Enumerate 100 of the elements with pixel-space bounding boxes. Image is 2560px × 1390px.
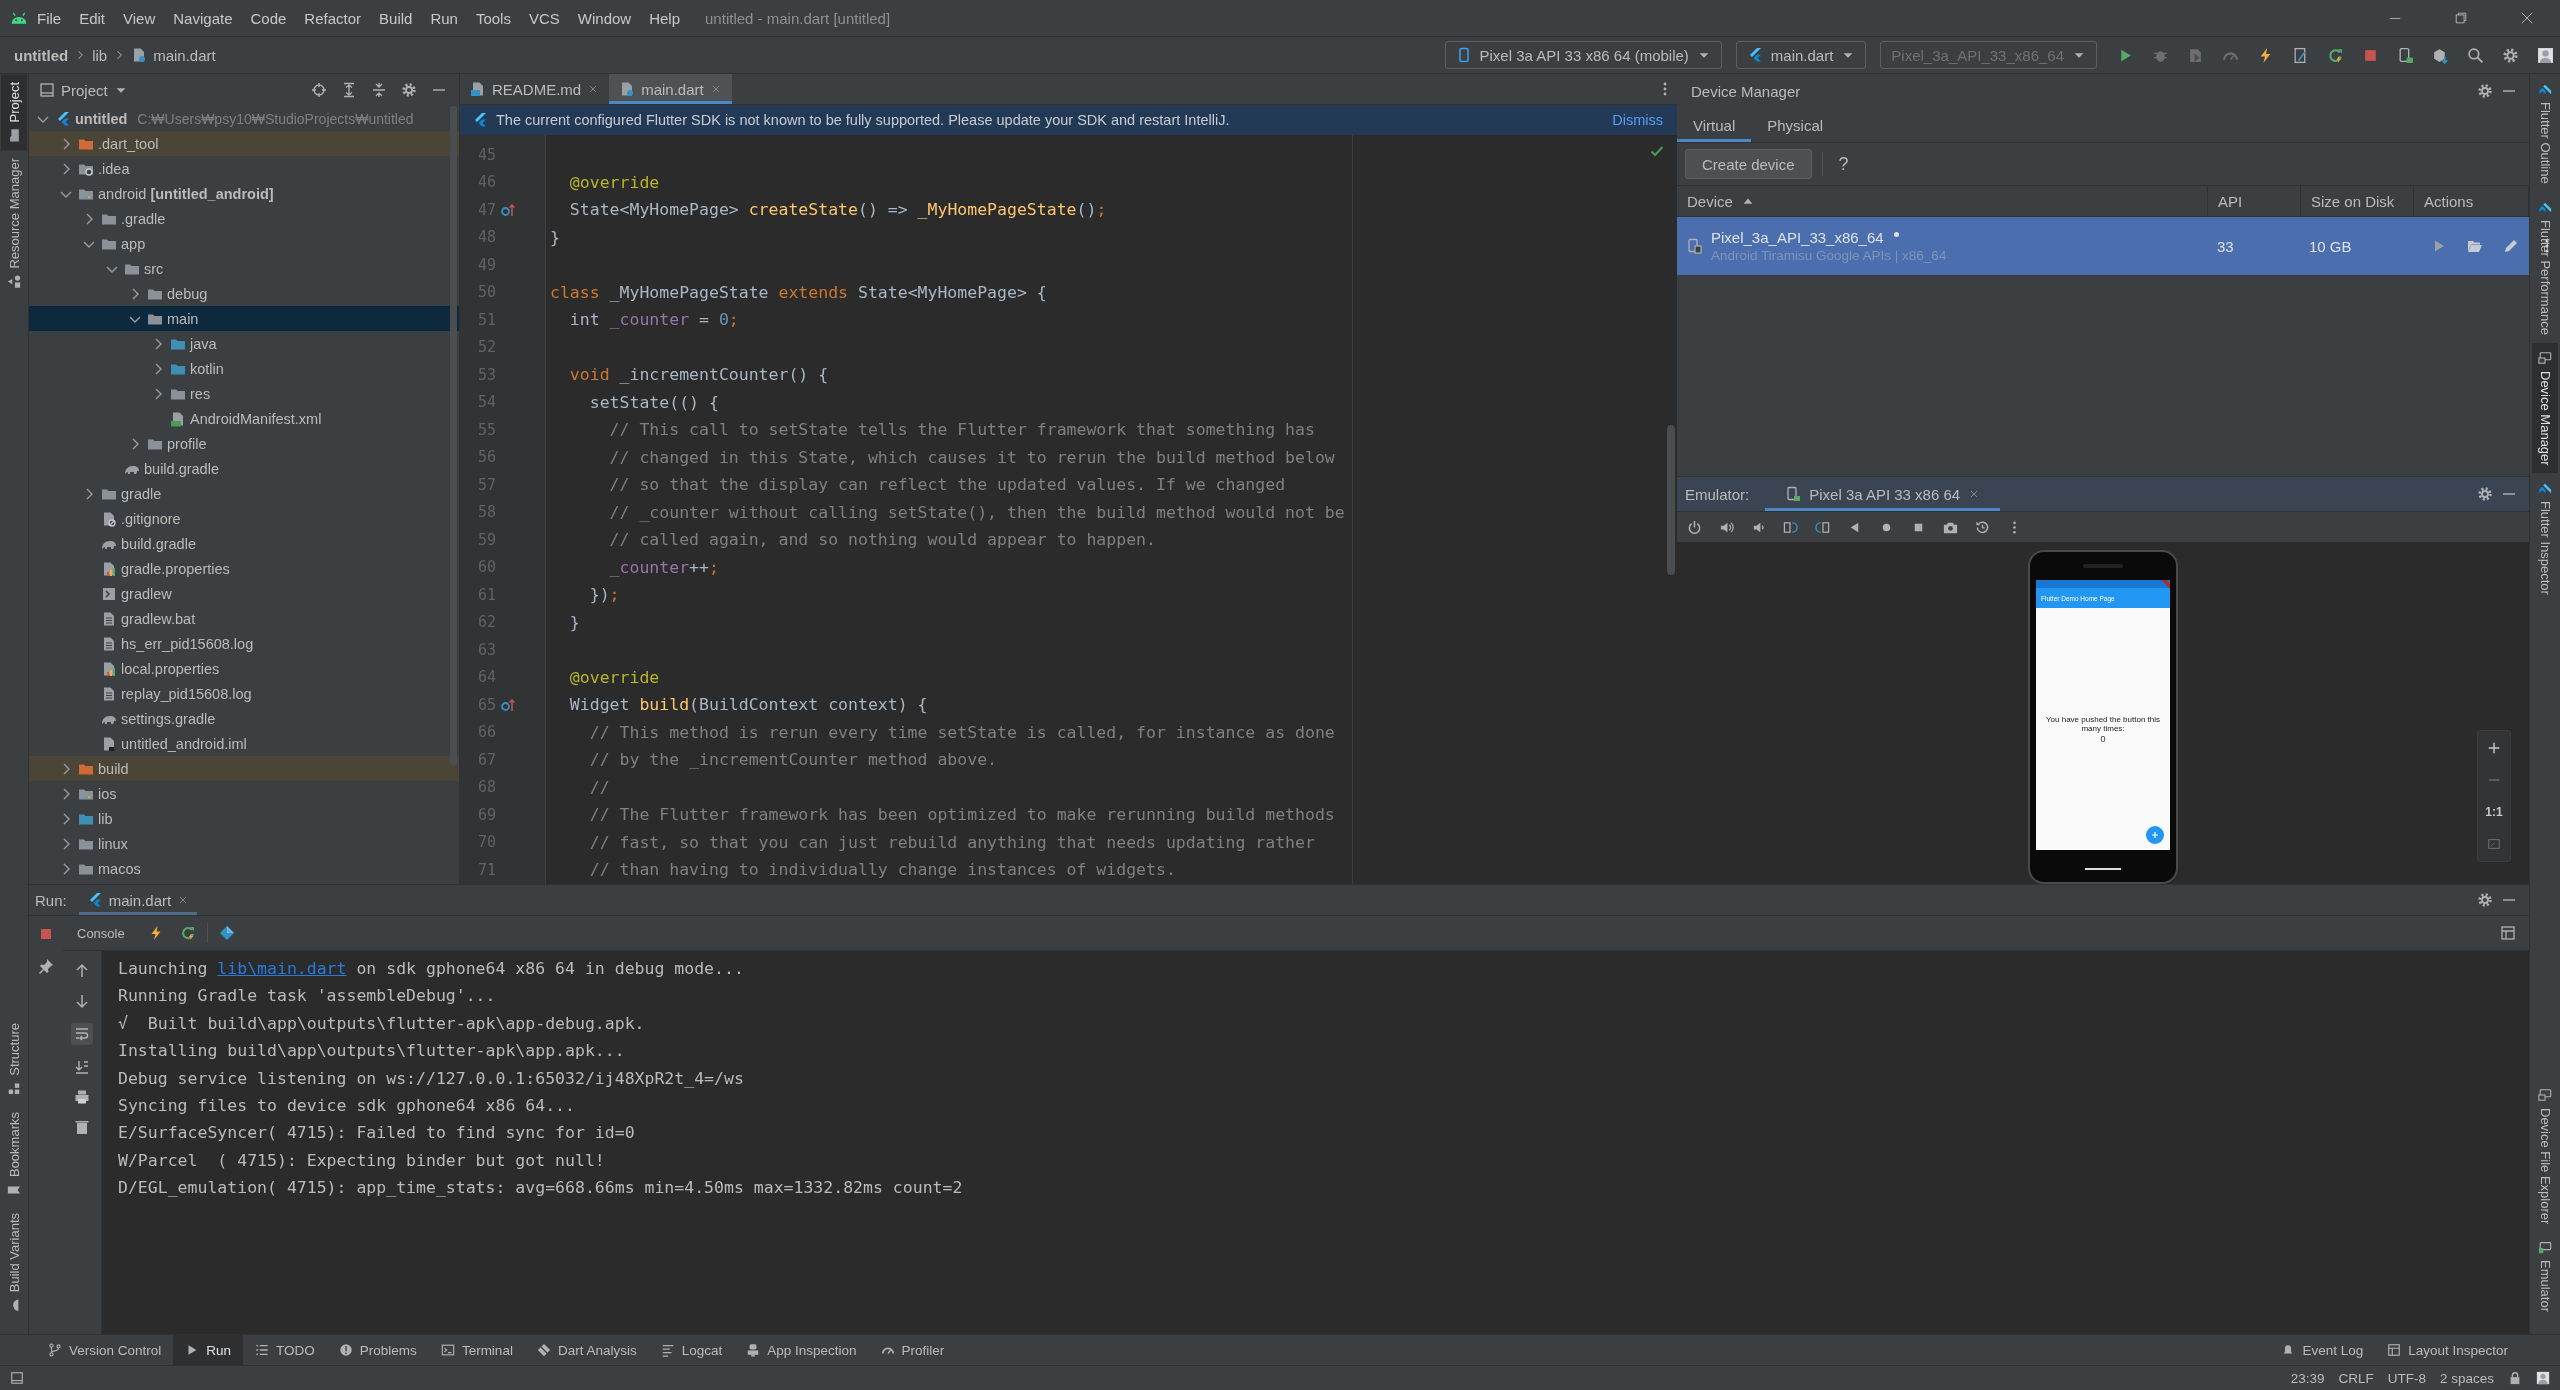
restart-icon[interactable] — [179, 925, 196, 941]
rotate-icon[interactable] — [1815, 519, 1830, 535]
tool-window-tab[interactable]: Structure — [1, 1014, 27, 1104]
tree-item[interactable]: main — [29, 306, 459, 331]
dismiss-link[interactable]: Dismiss — [1612, 112, 1663, 128]
maximize-icon[interactable] — [2454, 11, 2468, 25]
avatar-icon[interactable] — [2536, 1371, 2550, 1385]
tree-item[interactable]: .idea — [29, 156, 459, 181]
settings-icon[interactable] — [2477, 486, 2493, 502]
scrollbar[interactable] — [1667, 425, 1675, 575]
print-icon[interactable] — [74, 1089, 90, 1105]
tree-item[interactable]: untitled C:₩Users₩psy10₩StudioProjects₩untitled — [29, 106, 459, 131]
diamond-icon[interactable] — [218, 925, 235, 941]
editor-tab[interactable]: README.md — [460, 74, 610, 104]
tree-item[interactable]: kotlin — [29, 356, 459, 381]
tab[interactable]: Virtual — [1677, 108, 1752, 142]
tree-item[interactable]: replay_pid15608.log — [29, 681, 459, 706]
tree-item[interactable]: java — [29, 331, 459, 356]
tool-window-tab[interactable]: Flutter Inspector — [2532, 473, 2558, 604]
tool-window-tab[interactable]: Resource Manager — [1, 150, 27, 298]
tab[interactable]: Physical — [1751, 108, 1840, 142]
stop-icon[interactable] — [38, 926, 54, 942]
menu-item[interactable]: Refactor — [295, 9, 371, 27]
menu-item[interactable]: Tools — [466, 9, 520, 27]
tool-window-tab[interactable]: Device Manager — [2532, 342, 2558, 474]
menu-item[interactable]: Code — [241, 9, 296, 27]
menu-item[interactable]: Help — [640, 9, 690, 27]
settings-icon[interactable] — [401, 82, 417, 98]
status-item[interactable]: 2 spaces — [2439, 1370, 2494, 1386]
fab-button[interactable] — [2146, 826, 2164, 844]
menu-item[interactable]: Window — [568, 9, 641, 27]
tool-window-tab[interactable]: Device File Explorer — [2532, 1079, 2558, 1232]
settings-icon[interactable] — [2477, 892, 2493, 908]
layout-icon[interactable] — [2500, 925, 2516, 941]
scroll-to-end-icon[interactable] — [74, 1059, 90, 1075]
collapse-all-icon[interactable] — [371, 82, 387, 98]
tree-item[interactable]: macos — [29, 856, 459, 881]
tool-window-button[interactable]: Layout Inspector — [2375, 1335, 2520, 1365]
tool-window-button[interactable]: Problems — [326, 1335, 429, 1365]
down-arrow-icon[interactable] — [74, 993, 90, 1009]
column-header[interactable]: Actions — [2414, 186, 2529, 216]
status-item[interactable]: 23:39 — [2290, 1370, 2325, 1386]
tree-item[interactable]: src — [29, 256, 459, 281]
replay-icon[interactable] — [1975, 519, 1990, 535]
menu-item[interactable]: Run — [421, 9, 467, 27]
up-arrow-icon[interactable] — [74, 963, 90, 979]
tree-item[interactable]: ios — [29, 781, 459, 806]
tree-item[interactable]: untitled_android.iml — [29, 731, 459, 756]
run-config-selector[interactable]: main.dart — [1735, 41, 1867, 69]
power-icon[interactable] — [1687, 519, 1702, 535]
column-header[interactable]: Device — [1677, 186, 2208, 216]
tree-item[interactable]: .gradle — [29, 206, 459, 231]
tree-item[interactable]: res — [29, 381, 459, 406]
panel-icon[interactable] — [10, 1371, 24, 1385]
tool-window-tab[interactable]: Project — [1, 74, 27, 151]
tool-window-button[interactable]: Dart Analysis — [524, 1335, 649, 1365]
breadcrumb[interactable]: lib — [92, 46, 108, 64]
tool-window-tab[interactable]: Bookmarks — [1, 1103, 27, 1205]
search-icon[interactable] — [2467, 46, 2484, 64]
device-icon[interactable] — [2397, 46, 2414, 64]
tool-window-tab[interactable]: Emulator — [2532, 1231, 2558, 1320]
scrollbar[interactable] — [450, 106, 457, 766]
actual-size-button[interactable]: 1:1 — [2485, 805, 2503, 819]
gutter-marker-icon[interactable] — [500, 201, 516, 218]
tree-item[interactable]: hs_err_pid15608.log — [29, 631, 459, 656]
status-item[interactable]: UTF-8 — [2387, 1370, 2426, 1386]
tree-item[interactable]: settings.gradle — [29, 706, 459, 731]
menu-item[interactable]: VCS — [519, 9, 569, 27]
tree-item[interactable]: build — [29, 756, 459, 781]
tool-window-tab[interactable]: Flutter Outline — [2532, 74, 2558, 192]
menu-item[interactable]: Edit — [70, 9, 115, 27]
tree-item[interactable]: debug — [29, 281, 459, 306]
fit-screen-icon[interactable] — [2487, 837, 2501, 851]
zoom-in-icon[interactable] — [2487, 741, 2501, 755]
tool-window-button[interactable]: Profiler — [868, 1335, 957, 1365]
gutter-marker-icon[interactable] — [500, 696, 516, 713]
pin-icon[interactable] — [38, 958, 54, 974]
menu-item[interactable]: View — [114, 9, 165, 27]
editor-tab[interactable]: main.dart — [609, 74, 732, 104]
menu-item[interactable]: Navigate — [164, 9, 242, 27]
panel-title[interactable]: Project — [61, 81, 108, 99]
column-header[interactable]: API — [2208, 186, 2301, 216]
tool-window-button[interactable]: Logcat — [648, 1335, 735, 1365]
restart-icon[interactable] — [2327, 46, 2344, 64]
close-icon[interactable] — [2520, 11, 2534, 25]
settings-icon[interactable] — [2502, 46, 2519, 64]
tool-window-tab[interactable]: Flutter Performance — [2532, 191, 2558, 343]
folder-icon[interactable] — [2467, 238, 2483, 254]
coverage-icon[interactable] — [2187, 46, 2204, 64]
tool-window-button[interactable]: App Inspection — [734, 1335, 869, 1365]
tree-item[interactable]: profile — [29, 431, 459, 456]
tree-item[interactable]: AndroidManifest.xml — [29, 406, 459, 431]
run-tab[interactable]: main.dart — [78, 885, 198, 915]
status-item[interactable]: CRLF — [2338, 1370, 2374, 1386]
tree-item[interactable]: .dart_tool — [29, 131, 459, 156]
tool-window-tab[interactable]: Build Variants — [1, 1204, 27, 1320]
device-tab[interactable]: Pixel 3a API 33 x86 64 — [1765, 477, 2001, 511]
menu-item[interactable]: File — [28, 9, 71, 27]
pencil-icon[interactable] — [2503, 238, 2519, 254]
tool-window-button[interactable]: Version Control — [36, 1335, 174, 1365]
